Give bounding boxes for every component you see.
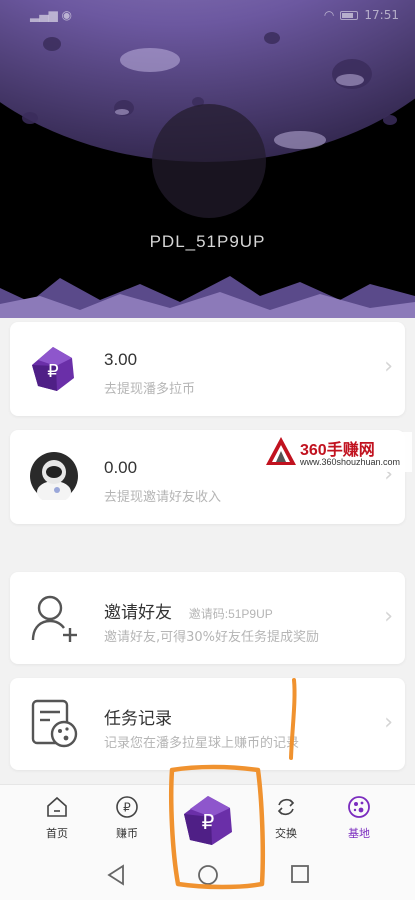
recents-icon[interactable] — [290, 864, 310, 884]
site-watermark: 360手赚网 www.360shouzhuan.com — [262, 432, 412, 472]
astronaut-icon — [30, 452, 78, 500]
tab-home[interactable]: 首页 — [22, 785, 92, 851]
watermark-url: www.360shouzhuan.com — [300, 457, 401, 467]
invite-income-balance: 0.00 — [104, 458, 138, 477]
chevron-right-icon: › — [384, 604, 393, 629]
task-records-description: 记录您在潘多拉星球上赚币的记录 — [104, 736, 300, 751]
back-icon[interactable] — [106, 864, 126, 886]
coin-balance: 3.00 — [104, 350, 138, 369]
wifi-icon: ◠ — [323, 8, 335, 22]
add-user-icon — [31, 595, 77, 642]
avatar[interactable] — [152, 104, 266, 218]
home-icon — [47, 796, 67, 817]
svg-text:₽: ₽ — [47, 361, 58, 382]
tab-base-label: 基地 — [348, 827, 370, 840]
battery-icon — [340, 10, 359, 20]
exchange-icon — [277, 798, 295, 816]
svg-text:₽: ₽ — [202, 810, 215, 834]
tab-home-label: 首页 — [46, 827, 68, 840]
withdraw-coin-link: 去提现潘多拉币 — [104, 382, 196, 397]
task-records-card[interactable]: 任务记录 记录您在潘多拉星球上赚币的记录 › — [10, 678, 405, 770]
username: PDL_51P9UP — [149, 232, 266, 251]
pandora-center-button[interactable]: ₽ — [180, 792, 236, 848]
chevron-right-icon: › — [384, 710, 393, 735]
tab-exchange-label: 交换 — [275, 827, 297, 840]
tab-base[interactable]: 基地 — [324, 785, 394, 851]
invite-title: 邀请好友 — [104, 603, 172, 622]
status-time: 17:51 — [364, 8, 399, 22]
mountain-silhouette — [0, 276, 415, 318]
svg-text:₽: ₽ — [123, 801, 131, 815]
pandora-coin-icon: ₽ — [32, 347, 74, 391]
tab-earn-label: 赚币 — [116, 827, 138, 840]
invite-description: 邀请好友,可得30%好友任务提成奖励 — [104, 630, 320, 645]
home-circle-icon[interactable] — [197, 864, 219, 886]
invite-code: 邀请码:51P9UP — [188, 607, 273, 621]
watermark-logo-icon — [266, 437, 296, 465]
system-nav-bar — [0, 850, 415, 900]
task-record-icon — [31, 699, 78, 748]
profile-hero: ▂▄▆ ◉ ◠ 17:51 PDL_51P9UP — [0, 0, 415, 318]
chevron-right-icon: › — [384, 354, 393, 379]
signal-icon: ▂▄▆ ◉ — [30, 8, 72, 22]
tab-earn[interactable]: ₽ 赚币 — [92, 785, 162, 851]
withdraw-invite-link: 去提现邀请好友收入 — [104, 490, 222, 505]
pandora-coin-card[interactable]: ₽ 3.00 去提现潘多拉币 › — [10, 322, 405, 416]
invite-friends-card[interactable]: 邀请好友 邀请码:51P9UP 邀请好友,可得30%好友任务提成奖励 › — [10, 572, 405, 664]
tab-exchange[interactable]: 交换 — [251, 785, 321, 851]
coin-icon: ₽ — [116, 796, 138, 818]
planet-icon — [348, 796, 370, 818]
status-bar: ▂▄▆ ◉ ◠ 17:51 — [0, 0, 415, 30]
invite-title-row: 邀请好友 邀请码:51P9UP — [104, 598, 273, 623]
task-records-title: 任务记录 — [104, 709, 172, 728]
